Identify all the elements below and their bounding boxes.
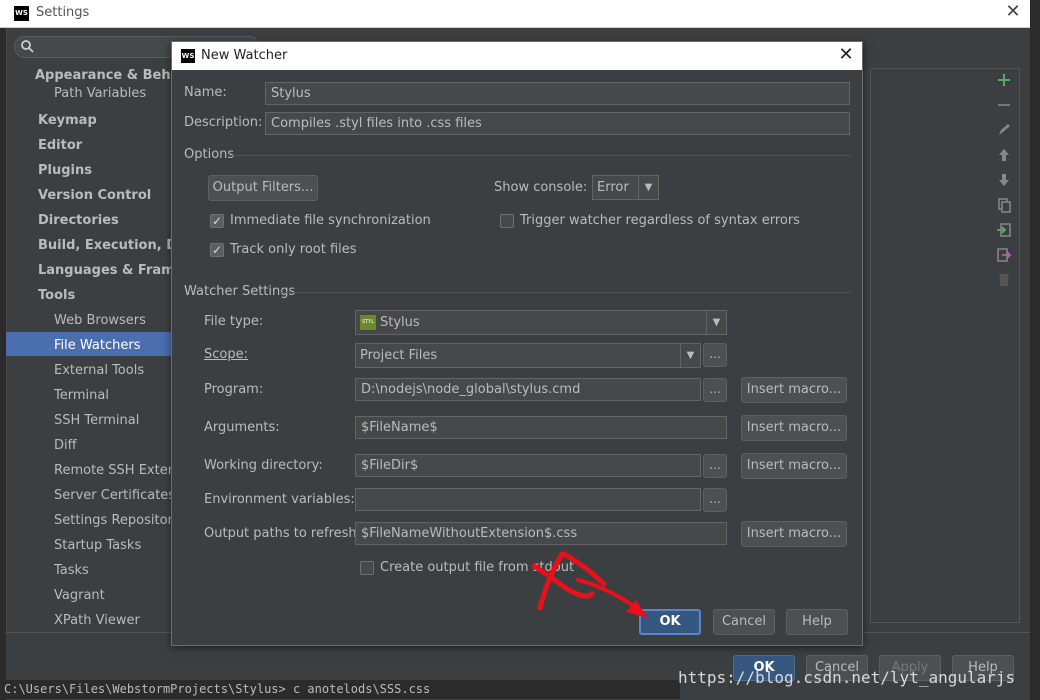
name-field[interactable]: Stylus (265, 82, 850, 105)
dialog-close-icon[interactable]: ✕ (836, 45, 856, 65)
track-root-label: Track only root files (230, 242, 357, 257)
scope-browse-button[interactable]: ... (703, 343, 727, 367)
program-browse-button[interactable]: ... (703, 378, 727, 402)
edit-icon[interactable] (996, 122, 1012, 138)
environment-variables-browse-button[interactable]: ... (703, 488, 727, 512)
working-directory-insert-macro-button[interactable]: Insert macro... (741, 453, 847, 479)
program-field[interactable]: D:\nodejs\node_global\stylus.cmd (355, 378, 701, 401)
working-directory-label: Working directory: (204, 458, 323, 473)
show-console-label: Show console: (494, 180, 588, 195)
trigger-watcher-label: Trigger watcher regardless of syntax err… (520, 213, 800, 228)
sidebar-item-label: Plugins (38, 163, 92, 178)
description-field[interactable]: Compiles .styl files into .css files (265, 112, 850, 135)
immediate-sync-checkbox[interactable]: ✓ (210, 214, 224, 228)
settings-window-title: Settings (36, 5, 90, 20)
sidebar-item-label: Path Variables (54, 86, 147, 101)
annotation-stroke-3 (561, 551, 607, 587)
sidebar-item-label: XPath Viewer (54, 613, 140, 628)
track-root-checkbox[interactable]: ✓ (210, 243, 224, 257)
minus-icon[interactable] (996, 97, 1012, 113)
arguments-label: Arguments: (204, 420, 280, 435)
export-icon[interactable] (996, 247, 1012, 263)
new-watcher-dialog: WS New Watcher ✕ Name: Stylus Descriptio… (171, 41, 863, 646)
sidebar-item-label: Tasks (54, 563, 89, 578)
show-console-select[interactable]: Error ▼ (592, 175, 659, 200)
settings-close-icon[interactable]: ✕ (1003, 2, 1023, 22)
options-separator (230, 155, 850, 156)
plus-icon[interactable] (996, 72, 1012, 88)
sidebar-item-label: Directories (38, 213, 119, 228)
move-up-icon[interactable] (996, 147, 1012, 163)
show-console-value: Error (597, 180, 629, 195)
sidebar-item-label: Settings Repository (54, 513, 181, 528)
dialog-titlebar: WS New Watcher ✕ (172, 42, 862, 70)
output-filters-button[interactable]: Output Filters... (208, 175, 318, 201)
arguments-insert-macro-button[interactable]: Insert macro... (741, 415, 847, 441)
stylus-file-icon: STYL (360, 315, 376, 330)
file-type-value: Stylus (380, 315, 420, 330)
sidebar-item-label: Diff (54, 438, 77, 453)
sidebar-item-label: Editor (38, 138, 83, 153)
sidebar-item-label: File Watchers (54, 338, 141, 353)
name-label: Name: (184, 85, 227, 100)
arguments-field[interactable]: $FileName$ (355, 416, 727, 439)
options-section-title: Options (184, 147, 235, 162)
cancel-button[interactable]: Cancel (713, 609, 775, 635)
scope-value: Project Files (360, 348, 438, 363)
chevron-down-icon: ▼ (680, 344, 700, 367)
sidebar-item-label: Vagrant (54, 588, 105, 603)
dialog-title: New Watcher (201, 48, 288, 63)
delete-icon[interactable] (996, 272, 1012, 288)
chevron-down-icon: ▼ (706, 311, 726, 334)
program-insert-macro-button[interactable]: Insert macro... (741, 377, 847, 403)
red-arrow-annotation (531, 551, 648, 618)
sidebar-item-label: Terminal (54, 388, 109, 403)
webstorm-logo-icon: WS (181, 49, 195, 63)
output-paths-label: Output paths to refresh: (204, 526, 362, 541)
copy-icon[interactable] (996, 197, 1012, 213)
move-down-icon[interactable] (996, 172, 1012, 188)
description-label: Description: (184, 115, 263, 130)
scope-select[interactable]: Project Files ▼ (355, 343, 701, 368)
right-edge (1030, 0, 1040, 699)
trigger-watcher-checkbox[interactable] (500, 214, 514, 228)
file-type-select[interactable]: STYL Stylus ▼ (355, 310, 727, 335)
sidebar-item-label: Server Certificates (54, 488, 176, 503)
watcher-settings-section-title: Watcher Settings (184, 284, 296, 299)
immediate-sync-label: Immediate file synchronization (230, 213, 431, 228)
environment-variables-label: Environment variables: (204, 492, 355, 507)
help-button[interactable]: Help (786, 609, 848, 635)
working-directory-field[interactable]: $FileDir$ (355, 454, 701, 477)
scope-label-text: Scope: (204, 347, 248, 362)
settings-titlebar: WS Settings ✕ (0, 0, 1030, 28)
environment-variables-field[interactable] (355, 488, 701, 511)
import-icon[interactable] (996, 222, 1012, 238)
sidebar-item-label: Web Browsers (54, 313, 146, 328)
search-icon (21, 40, 34, 53)
sidebar-item-label: Version Control (38, 188, 152, 203)
output-paths-insert-macro-button[interactable]: Insert macro... (741, 521, 847, 547)
webstorm-logo-icon: WS (14, 6, 29, 21)
file-type-label: File type: (204, 314, 264, 329)
program-label: Program: (204, 382, 264, 397)
sidebar-item-label: Tools (38, 288, 76, 303)
chevron-down-icon: ▼ (638, 176, 658, 199)
sidebar-item-label: SSH Terminal (54, 413, 140, 428)
working-directory-browse-button[interactable]: ... (703, 454, 727, 478)
create-output-checkbox[interactable] (360, 561, 374, 575)
watcher-settings-separator (280, 292, 850, 293)
scope-label: Scope: (204, 344, 248, 366)
console-output: C:\Users\Files\WebstormProjects\Stylus> … (0, 680, 680, 699)
watermark-text: https://blog.csdn.net/lyt_angularjs (678, 668, 1016, 687)
sidebar-item-label: Keymap (38, 113, 97, 128)
sidebar-item-label: Startup Tasks (54, 538, 142, 553)
sidebar-item-label: External Tools (54, 363, 145, 378)
